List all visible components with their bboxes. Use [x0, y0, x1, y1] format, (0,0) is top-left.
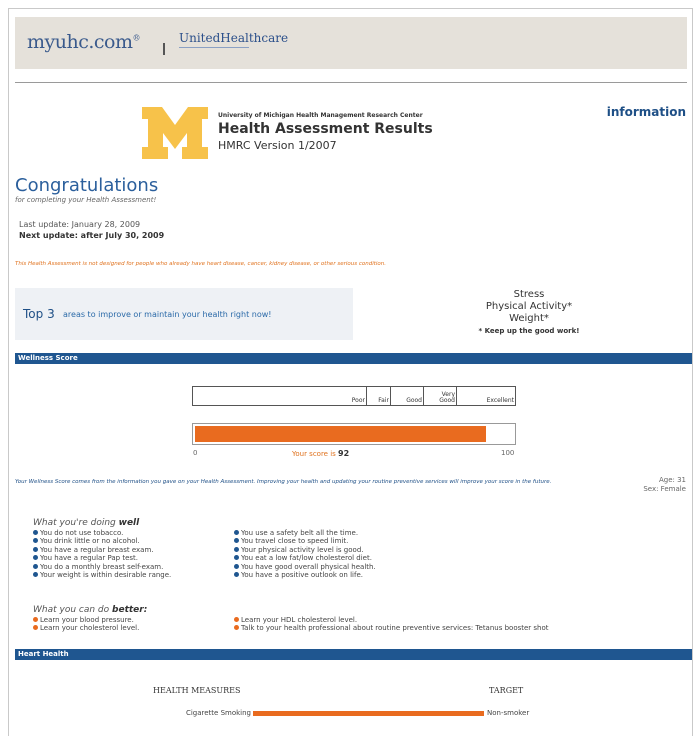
information-link[interactable]: information	[607, 105, 686, 119]
list-item: Your weight is within desirable range.	[33, 571, 171, 579]
demographics: Age: 31 Sex: Female	[643, 476, 686, 494]
brand-logo[interactable]: myuhc.com®	[27, 31, 140, 53]
scale-fair: Fair	[367, 387, 391, 405]
partner-underline	[179, 47, 249, 48]
doing-well-list-right: You use a safety belt all the time. You …	[234, 529, 376, 579]
congrats-heading: Congratulations	[15, 175, 159, 196]
congrats-subheading: for completing your Health Assessment!	[15, 196, 157, 204]
list-item: You have a regular Pap test.	[33, 554, 171, 562]
score-value: 92	[338, 449, 350, 458]
list-item: You have a positive outlook on life.	[234, 571, 376, 579]
top3-label: Top 3	[23, 307, 55, 321]
partner-logo[interactable]: UnitedHealthcare	[179, 31, 288, 45]
top3-panel: Top 3 areas to improve or maintain your …	[15, 288, 353, 340]
list-item: You have good overall physical health.	[234, 563, 376, 571]
measure-label: Cigarette Smoking	[185, 709, 251, 717]
top3-caption: areas to improve or maintain your health…	[63, 310, 272, 319]
next-update: Next update: after July 30, 2009	[19, 231, 165, 240]
scale-good: Good	[391, 387, 424, 405]
list-item: Learn your cholesterol level.	[33, 624, 139, 632]
score-explanation: Your Wellness Score comes from the infor…	[15, 479, 552, 485]
list-item: Talk to your health professional about r…	[234, 624, 549, 632]
list-item: You do a monthly breast self-exam.	[33, 563, 171, 571]
divider	[15, 82, 687, 83]
doing-well-list-left: You do not use tobacco. You drink little…	[33, 529, 171, 579]
measures-column-header: HEALTH MEASURES	[153, 686, 241, 695]
org-name: University of Michigan Health Management…	[218, 112, 423, 119]
scale-very-good: Very Good	[424, 387, 457, 405]
version-label: HMRC Version 1/2007	[218, 139, 337, 152]
score-min: 0	[193, 449, 198, 457]
doing-well-heading: What you're doing well	[33, 518, 140, 528]
site-header: myuhc.com® UnitedHealthcare	[15, 17, 687, 69]
area-item: Stress	[513, 289, 545, 300]
target-column-header: TARGET	[489, 686, 524, 695]
score-label: Your score is 92	[292, 449, 350, 458]
heart-section-header: Heart Health	[15, 649, 692, 660]
score-bar	[192, 423, 516, 445]
list-item: Your physical activity level is good.	[234, 546, 376, 554]
last-update: Last update: January 28, 2009	[19, 220, 141, 229]
area-item: Weight*	[509, 313, 549, 324]
list-item: Learn your HDL cholesterol level.	[234, 616, 549, 624]
list-item: You use a safety belt all the time.	[234, 529, 376, 537]
measure-bar	[253, 711, 484, 716]
score-max: 100	[501, 449, 515, 457]
wellness-scale: Poor Fair Good Very Good Excellent	[192, 386, 516, 406]
list-item: You travel close to speed limit.	[234, 537, 376, 545]
do-better-list-right: Learn your HDL cholesterol level. Talk t…	[234, 616, 549, 633]
score-bar-fill	[195, 426, 486, 442]
scale-excellent: Excellent	[486, 397, 514, 404]
list-item: Learn your blood pressure.	[33, 616, 139, 624]
list-item: You drink little or no alcohol.	[33, 537, 171, 545]
report-page: myuhc.com® UnitedHealthcare University o…	[8, 8, 693, 736]
michigan-m-logo	[142, 107, 208, 159]
area-item: Physical Activity*	[485, 301, 573, 312]
page-title: Health Assessment Results	[218, 121, 433, 137]
sex-label: Sex: Female	[643, 485, 686, 493]
list-item: You eat a low fat/low cholesterol diet.	[234, 554, 376, 562]
do-better-list-left: Learn your blood pressure. Learn your ch…	[33, 616, 139, 633]
age-label: Age: 31	[658, 476, 686, 484]
wellness-section-header: Wellness Score	[15, 353, 692, 364]
area-note: * Keep up the good work!	[478, 327, 580, 335]
do-better-heading: What you can do better:	[33, 605, 148, 615]
scale-poor: Poor	[193, 387, 367, 405]
top3-areas: Stress Physical Activity* Weight* * Keep…	[439, 289, 619, 337]
measure-target: Non-smoker	[487, 709, 530, 717]
partner-logo-mark	[163, 43, 171, 55]
list-item: You do not use tobacco.	[33, 529, 171, 537]
disclaimer-text: This Health Assessment is not designed f…	[15, 261, 387, 267]
list-item: You have a regular breast exam.	[33, 546, 171, 554]
